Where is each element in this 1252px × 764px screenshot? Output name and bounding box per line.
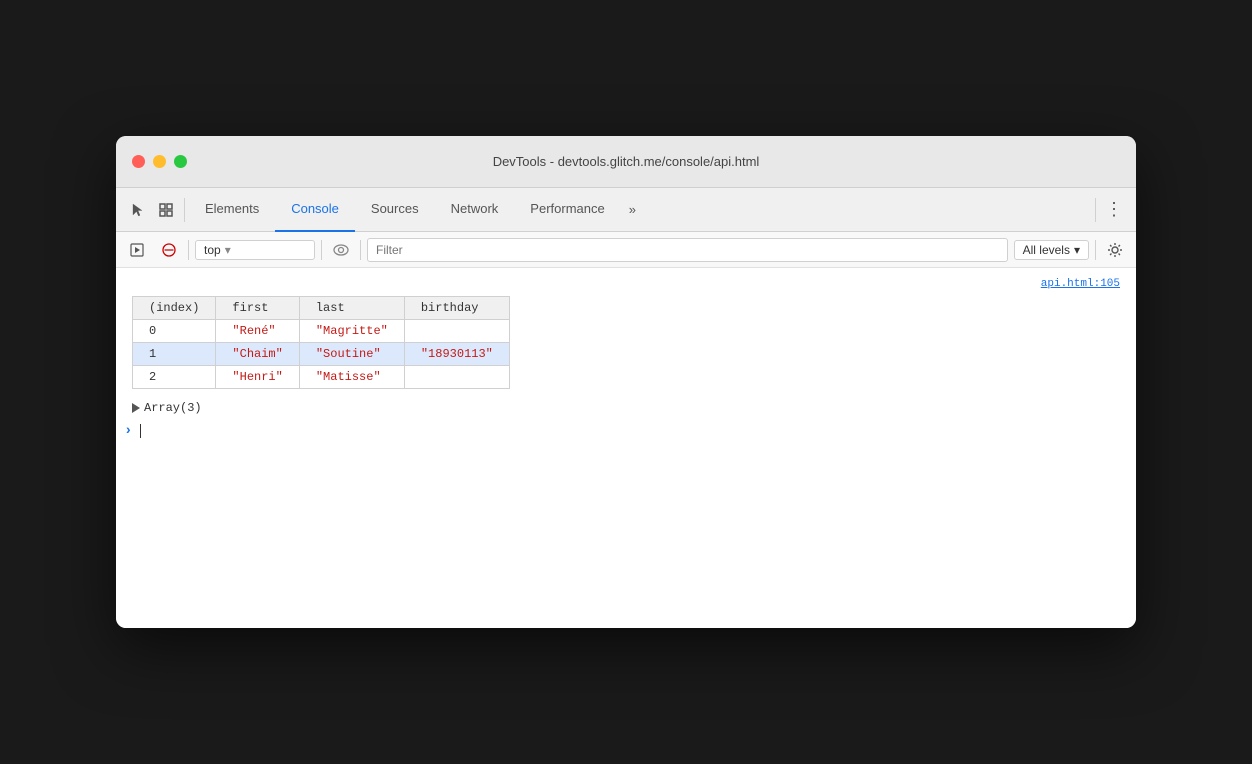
tab-more-button[interactable]: » xyxy=(621,188,644,232)
clear-console-button[interactable] xyxy=(156,237,182,263)
window-title: DevTools - devtools.glitch.me/console/ap… xyxy=(493,154,760,169)
chevron-down-icon: ▾ xyxy=(1074,243,1080,257)
array-expand[interactable]: Array(3) xyxy=(116,397,1136,419)
table-row[interactable]: 0"René""Magritte" xyxy=(133,320,510,343)
cell-birthday: "18930113" xyxy=(404,343,509,366)
settings-icon[interactable] xyxy=(1102,237,1128,263)
execute-context-button[interactable] xyxy=(124,237,150,263)
col-header-last: last xyxy=(299,297,404,320)
toolbar-separator-2 xyxy=(1095,198,1096,222)
cell-last: "Soutine" xyxy=(299,343,404,366)
cell-index: 2 xyxy=(133,366,216,389)
cell-first: "Henri" xyxy=(216,366,299,389)
table-row[interactable]: 2"Henri""Matisse" xyxy=(133,366,510,389)
console-sep-4 xyxy=(1095,240,1096,260)
eye-icon[interactable] xyxy=(328,237,354,263)
tab-console[interactable]: Console xyxy=(275,188,355,232)
minimize-button[interactable] xyxy=(153,155,166,168)
tab-elements[interactable]: Elements xyxy=(189,188,275,232)
toolbar-separator xyxy=(184,198,185,222)
console-prompt-icon: › xyxy=(124,423,132,439)
tab-sources[interactable]: Sources xyxy=(355,188,435,232)
cell-last: "Magritte" xyxy=(299,320,404,343)
titlebar: DevTools - devtools.glitch.me/console/ap… xyxy=(116,136,1136,188)
cell-first: "Chaim" xyxy=(216,343,299,366)
traffic-lights xyxy=(132,155,187,168)
cell-index: 1 xyxy=(133,343,216,366)
chevron-down-icon: ▾ xyxy=(225,243,231,257)
layers-icon[interactable] xyxy=(152,196,180,224)
col-header-index: (index) xyxy=(133,297,216,320)
tab-network[interactable]: Network xyxy=(435,188,515,232)
cell-birthday xyxy=(404,320,509,343)
cell-index: 0 xyxy=(133,320,216,343)
close-button[interactable] xyxy=(132,155,145,168)
console-sep-3 xyxy=(360,240,361,260)
tabs: Elements Console Sources Network Perform… xyxy=(189,188,1091,232)
col-header-first: first xyxy=(216,297,299,320)
file-reference[interactable]: api.html:105 xyxy=(116,276,1136,292)
devtools-window: DevTools - devtools.glitch.me/console/ap… xyxy=(116,136,1136,628)
col-header-birthday: birthday xyxy=(404,297,509,320)
console-toolbar: top ▾ All levels ▾ xyxy=(116,232,1136,268)
console-sep-2 xyxy=(321,240,322,260)
log-levels-button[interactable]: All levels ▾ xyxy=(1014,240,1089,260)
maximize-button[interactable] xyxy=(174,155,187,168)
cell-last: "Matisse" xyxy=(299,366,404,389)
context-selector[interactable]: top ▾ xyxy=(195,240,315,260)
tab-toolbar: Elements Console Sources Network Perform… xyxy=(116,188,1136,232)
table-row[interactable]: 1"Chaim""Soutine""18930113" xyxy=(133,343,510,366)
cell-first: "René" xyxy=(216,320,299,343)
console-table: (index) first last birthday 0"René""Magr… xyxy=(132,296,510,389)
console-content: api.html:105 (index) first last birthday… xyxy=(116,268,1136,628)
cursor-icon[interactable] xyxy=(124,196,152,224)
cell-birthday xyxy=(404,366,509,389)
kebab-menu-button[interactable]: ⋮ xyxy=(1100,196,1128,224)
console-cursor xyxy=(140,424,141,438)
console-input-line[interactable]: › xyxy=(116,419,1136,443)
array-label: Array(3) xyxy=(144,401,202,415)
expand-triangle-icon[interactable] xyxy=(132,403,140,413)
filter-input[interactable] xyxy=(367,238,1008,262)
console-sep-1 xyxy=(188,240,189,260)
tab-performance[interactable]: Performance xyxy=(514,188,620,232)
